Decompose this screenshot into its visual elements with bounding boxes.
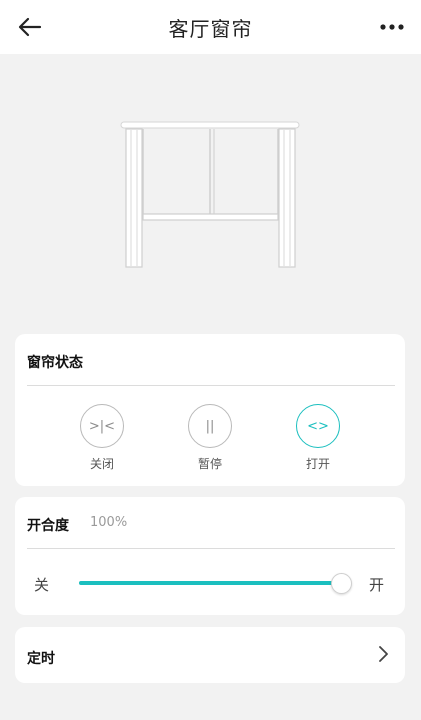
timer-row[interactable]: 定时 (15, 627, 405, 683)
chevron-right-icon (379, 646, 388, 662)
open-icon: <> (296, 404, 340, 448)
top-bar: 客厅窗帘 (0, 0, 421, 54)
more-dots-icon (380, 24, 404, 30)
slider-fill (79, 581, 341, 585)
curtain-preview (0, 54, 421, 334)
openness-divider (27, 548, 395, 549)
openness-value: 100% (90, 515, 128, 530)
openness-card (15, 497, 405, 615)
timer-label: 定时 (27, 651, 55, 667)
openness-slider[interactable] (79, 573, 352, 594)
pause-button[interactable]: || 暂停 (170, 404, 250, 472)
slider-min-label: 关 (34, 576, 50, 594)
open-label: 打开 (305, 457, 330, 471)
close-label: 关闭 (89, 457, 114, 471)
status-heading: 窗帘状态 (27, 355, 83, 371)
openness-heading: 开合度 (27, 518, 69, 534)
pause-icon: || (188, 404, 232, 448)
status-divider (27, 385, 395, 386)
curtain-illustration (120, 121, 300, 268)
more-button[interactable] (375, 14, 409, 40)
open-button[interactable]: <> 打开 (278, 404, 358, 472)
close-button[interactable]: >|< 关闭 (62, 404, 142, 472)
close-icon: >|< (80, 404, 124, 448)
slider-thumb[interactable] (331, 573, 352, 594)
slider-max-label: 开 (369, 576, 385, 594)
pause-label: 暂停 (197, 457, 222, 471)
page-title: 客厅窗帘 (168, 17, 253, 41)
